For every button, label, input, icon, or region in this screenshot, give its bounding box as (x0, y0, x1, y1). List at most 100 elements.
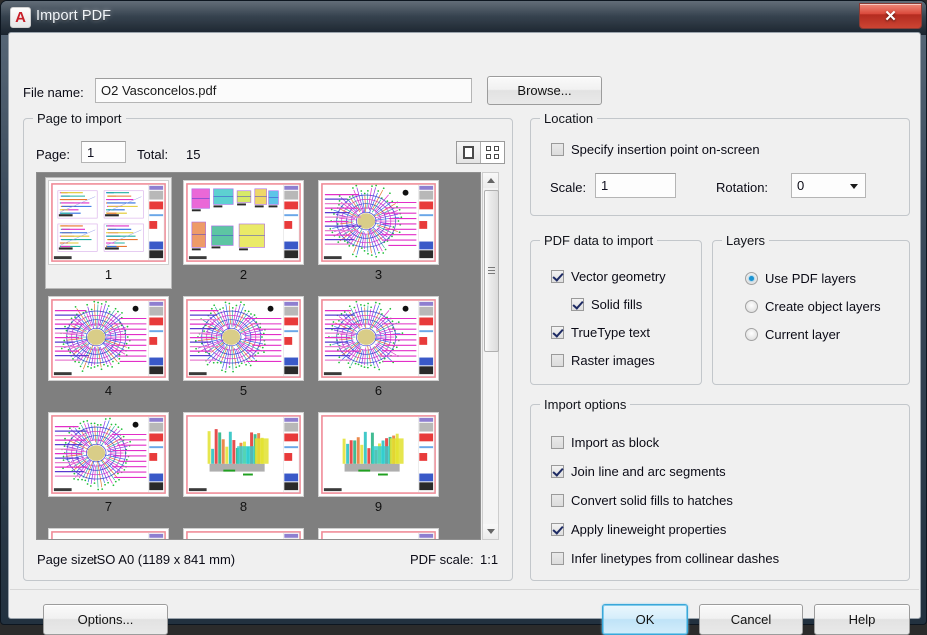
pdf-scale-label: PDF scale: (410, 552, 474, 567)
page-thumbnail-image-10: —— (48, 528, 169, 540)
page-thumbnail-grid: 1 2 3 4 5 6 7 8 9 ——10 ——11 ——12 (37, 173, 476, 540)
import-option-label-2: Convert solid fills to hatches (571, 493, 733, 508)
page-thumbnail-number-8: 8 (240, 500, 247, 513)
import-option-checkbox-2[interactable] (551, 494, 564, 507)
page-thumbnail-number-2: 2 (240, 268, 247, 281)
layers-radio-1[interactable] (745, 300, 758, 313)
page-thumbnail-number-7: 7 (105, 500, 112, 513)
page-label: Page: (36, 147, 70, 162)
layers-radio-0[interactable] (745, 272, 758, 285)
page-thumbnail-number-9: 9 (375, 500, 382, 513)
grid-view-icon[interactable] (480, 142, 504, 163)
import-options-title: Import options (540, 397, 630, 412)
file-name-label: File name: (23, 85, 84, 100)
page-thumbnail-number-5: 5 (240, 384, 247, 397)
pdf-data-label-1: Solid fills (591, 297, 642, 312)
page-thumbnail-9[interactable]: 9 (315, 409, 442, 521)
rotation-label: Rotation: (716, 180, 768, 195)
pdf-scale-value: 1:1 (480, 552, 498, 567)
scrollbar-grip-icon (488, 267, 495, 275)
file-name-field[interactable]: O2 Vasconcelos.pdf (95, 78, 472, 103)
page-thumbnail-image-12: —— (318, 528, 439, 540)
options-button[interactable]: Options... (43, 604, 168, 635)
scale-input[interactable]: 1 (595, 173, 676, 198)
page-thumbnail-number-6: 6 (375, 384, 382, 397)
chevron-down-icon (850, 184, 858, 189)
page-thumbnail-10[interactable]: ——10 (45, 525, 172, 540)
import-option-checkbox-3[interactable] (551, 523, 564, 536)
browse-button[interactable]: Browse... (487, 76, 602, 105)
dialog-client-area: File name: O2 Vasconcelos.pdf Browse... … (8, 32, 921, 619)
layers-title: Layers (722, 233, 769, 248)
page-thumbnail-11[interactable]: ——11 (180, 525, 307, 540)
page-thumbnail-6[interactable]: 6 (315, 293, 442, 405)
import-option-checkbox-0[interactable] (551, 436, 564, 449)
view-toggle-group (456, 141, 505, 164)
rotation-combobox[interactable]: 0 (791, 173, 866, 198)
pdf-data-checkbox-2[interactable] (551, 326, 564, 339)
scroll-down-icon[interactable] (483, 524, 498, 539)
page-thumbnail-4[interactable]: 4 (45, 293, 172, 405)
page-thumbnail-7[interactable]: 7 (45, 409, 172, 521)
location-group: Location (530, 118, 910, 216)
titlebar[interactable]: A Import PDF ✕ (1, 1, 926, 35)
pdf-data-checkbox-1[interactable] (571, 298, 584, 311)
page-thumbnail-3[interactable]: 3 (315, 177, 442, 289)
page-thumbnail-image-1 (48, 180, 169, 265)
page-thumbnail-list[interactable]: 1 2 3 4 5 6 7 8 9 ——10 ——11 ——12 (36, 172, 481, 540)
import-pdf-dialog: A Import PDF ✕ File name: O2 Vasconcelos… (0, 0, 927, 625)
page-thumbnail-image-5 (183, 296, 304, 381)
page-thumbnail-12[interactable]: ——12 (315, 525, 442, 540)
page-number-input[interactable]: 1 (81, 141, 126, 163)
scroll-up-icon[interactable] (483, 173, 498, 188)
autocad-a-icon: A (10, 7, 31, 28)
pdf-data-title: PDF data to import (540, 233, 657, 248)
page-thumbnail-image-4 (48, 296, 169, 381)
window-title: Import PDF (36, 8, 111, 24)
specify-insertion-point-checkbox[interactable] (551, 143, 564, 156)
footer-divider (10, 589, 919, 590)
page-thumbnail-image-7 (48, 412, 169, 497)
ok-button[interactable]: OK (602, 604, 688, 635)
pdf-data-checkbox-3[interactable] (551, 354, 564, 367)
page-thumbnail-5[interactable]: 5 (180, 293, 307, 405)
layers-label-2: Current layer (765, 327, 840, 342)
page-thumbnail-image-11: —— (183, 528, 304, 540)
cancel-button[interactable]: Cancel (699, 604, 803, 635)
page-thumbnail-8[interactable]: 8 (180, 409, 307, 521)
location-title: Location (540, 111, 597, 126)
page-size-label: Page size: (37, 552, 98, 567)
import-option-label-4: Infer linetypes from collinear dashes (571, 551, 779, 566)
page-thumbnail-1[interactable]: 1 (45, 177, 172, 289)
import-option-label-0: Import as block (571, 435, 659, 450)
import-option-checkbox-4[interactable] (551, 552, 564, 565)
layers-label-1: Create object layers (765, 299, 881, 314)
page-to-import-title: Page to import (33, 111, 126, 126)
page-size-value: ISO A0 (1189 x 841 mm) (93, 552, 235, 567)
page-thumbnail-image-3 (318, 180, 439, 265)
pdf-data-label-2: TrueType text (571, 325, 650, 340)
page-thumbnail-2[interactable]: 2 (180, 177, 307, 289)
close-icon[interactable]: ✕ (859, 3, 922, 29)
specify-insertion-point-label: Specify insertion point on-screen (571, 142, 760, 157)
pdf-data-checkbox-0[interactable] (551, 270, 564, 283)
layers-label-0: Use PDF layers (765, 271, 856, 286)
total-value: 15 (186, 147, 200, 162)
pdf-data-label-0: Vector geometry (571, 269, 666, 284)
page-thumbnail-number-1: 1 (105, 268, 112, 281)
thumbnail-scrollbar[interactable] (482, 172, 499, 540)
help-button[interactable]: Help (814, 604, 910, 635)
page-thumbnail-number-3: 3 (375, 268, 382, 281)
page-thumbnail-image-9 (318, 412, 439, 497)
layers-radio-2[interactable] (745, 328, 758, 341)
import-option-label-3: Apply lineweight properties (571, 522, 726, 537)
total-label: Total: (137, 147, 168, 162)
page-thumbnail-number-4: 4 (105, 384, 112, 397)
import-option-checkbox-1[interactable] (551, 465, 564, 478)
scrollbar-thumb[interactable] (484, 190, 499, 352)
pdf-data-label-3: Raster images (571, 353, 655, 368)
rotation-value: 0 (797, 178, 804, 193)
page-thumbnail-image-2 (183, 180, 304, 265)
single-page-view-icon[interactable] (457, 142, 480, 163)
page-thumbnail-image-8 (183, 412, 304, 497)
